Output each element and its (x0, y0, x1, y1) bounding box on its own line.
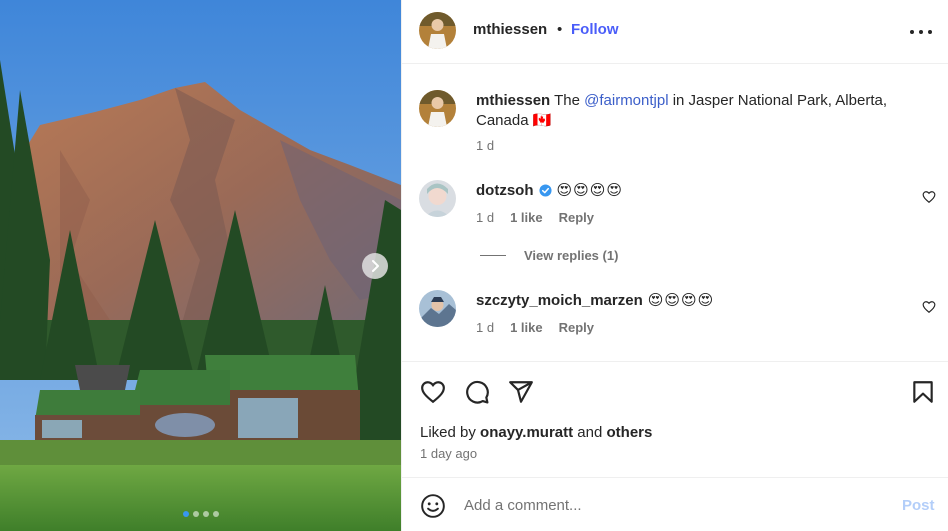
caption-avatar-image (419, 90, 456, 127)
post-details-panel: mthiessen • Follow mthiessen The @fairmo… (401, 0, 948, 531)
caption-meta: 1 d (476, 138, 494, 153)
liked-by-and: and (573, 424, 607, 441)
commenter-avatar-image (419, 290, 456, 327)
add-comment-bar: Post (402, 477, 948, 531)
reply-button[interactable]: Reply (559, 320, 594, 335)
more-options-button[interactable] (910, 24, 932, 40)
comment-body: 😍😍😍😍 (556, 182, 624, 199)
more-dot (919, 30, 923, 34)
like-comment-heart-icon[interactable] (922, 190, 936, 204)
image-carousel-dots (0, 511, 401, 517)
emoji-smiley-icon[interactable] (420, 493, 446, 519)
comment-meta: 1 d 1 like Reply (476, 210, 594, 225)
author-avatar[interactable] (419, 12, 456, 49)
share-paper-plane-icon[interactable] (508, 379, 534, 405)
carousel-dot (192, 511, 199, 517)
comment-text: szczyty_moich_marzen 😍😍😍😍 (476, 291, 715, 310)
carousel-dot (182, 511, 189, 517)
mountain-lodge-photo (0, 0, 401, 531)
reply-button[interactable]: Reply (559, 210, 594, 225)
commenter-username[interactable]: dotzsoh (476, 182, 534, 199)
verified-badge-icon (538, 183, 552, 197)
header-separator: • (557, 21, 563, 38)
comment-input[interactable] (464, 492, 884, 518)
commenter-avatar[interactable] (419, 290, 456, 327)
commenter-username[interactable]: szczyty_moich_marzen (476, 292, 643, 309)
replies-divider-line (480, 255, 506, 256)
liked-by-others[interactable]: others (607, 424, 653, 441)
comment-likes[interactable]: 1 like (510, 210, 543, 225)
caption-time: 1 d (476, 138, 495, 153)
caption-author-avatar[interactable] (419, 90, 456, 127)
view-replies-button[interactable]: View replies (1) (480, 248, 618, 263)
caption-mention-link[interactable]: @fairmontjpl (584, 92, 668, 109)
comment-time: 1 d (476, 320, 495, 335)
comment-likes[interactable]: 1 like (510, 320, 543, 335)
comment-time: 1 d (476, 210, 495, 225)
carousel-dot (202, 511, 209, 517)
post-image[interactable] (0, 0, 401, 531)
comment-bubble-icon[interactable] (464, 379, 490, 405)
comment-text: dotzsoh 😍😍😍😍 (476, 181, 624, 200)
commenter-avatar[interactable] (419, 180, 456, 217)
chevron-right-icon (372, 260, 379, 272)
more-dot (928, 30, 932, 34)
post-actions: Liked by onayy.muratt and others 1 day a… (402, 361, 948, 478)
next-image-button[interactable] (362, 253, 388, 279)
caption-text-before: The (554, 92, 585, 109)
caption-username[interactable]: mthiessen (476, 92, 550, 109)
post-header: mthiessen • Follow (402, 0, 948, 64)
carousel-dot (212, 511, 219, 517)
caption-text: mthiessen The @fairmontjpl in Jasper Nat… (476, 91, 931, 131)
like-comment-heart-icon[interactable] (922, 300, 936, 314)
liked-by-text: Liked by onayy.muratt and others (420, 424, 652, 441)
follow-button[interactable]: Follow (571, 21, 619, 38)
comment-meta: 1 d 1 like Reply (476, 320, 594, 335)
save-bookmark-icon[interactable] (910, 379, 936, 405)
post-comment-button[interactable]: Post (902, 497, 935, 514)
commenter-avatar-image (419, 180, 456, 217)
post-timestamp[interactable]: 1 day ago (420, 446, 477, 461)
more-horizontal-icon (910, 30, 914, 34)
author-username[interactable]: mthiessen (473, 21, 547, 38)
comments-list[interactable]: mthiessen The @fairmontjpl in Jasper Nat… (402, 65, 948, 361)
liked-by-prefix: Liked by (420, 424, 481, 441)
comment-body: 😍😍😍😍 (647, 292, 715, 309)
like-heart-icon[interactable] (420, 379, 446, 405)
view-replies-label: View replies (1) (524, 248, 619, 263)
author-avatar-image (419, 12, 456, 49)
liked-by-user[interactable]: onayy.muratt (480, 424, 573, 441)
